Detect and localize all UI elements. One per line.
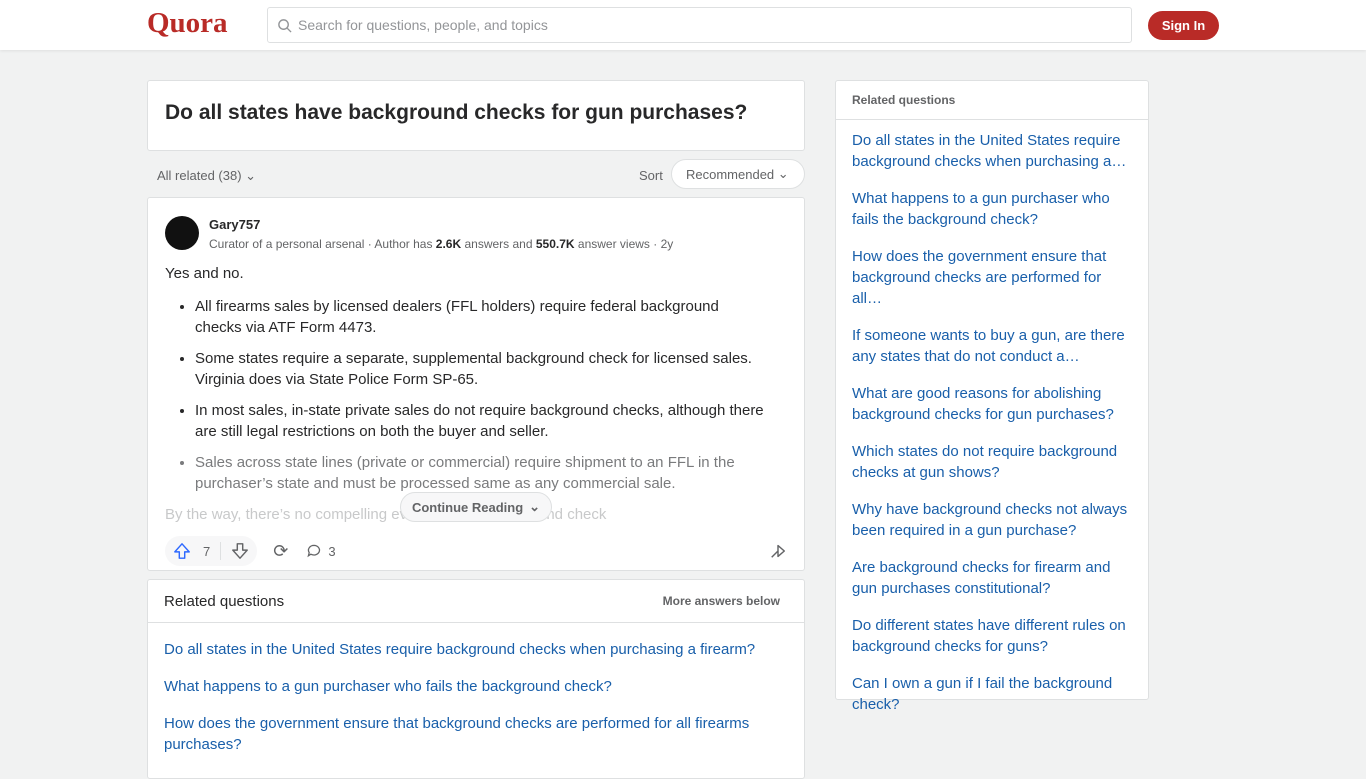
related-question-link[interactable]: What happens to a gun purchaser who fail… [836, 188, 1148, 230]
answer-count: 2.6K [435, 237, 462, 251]
cred-mid: answers and [461, 237, 536, 251]
share-icon[interactable] [769, 542, 787, 560]
related-question-link[interactable]: How does the government ensure that back… [148, 713, 804, 755]
upvote-count: 7 [203, 543, 211, 559]
search-input[interactable]: Search for questions, people, and topics [267, 7, 1132, 43]
search-icon [278, 18, 292, 33]
sort-dropdown[interactable]: Recommended ⌄ [671, 159, 805, 189]
related-question-link[interactable]: What are good reasons for abolishing bac… [836, 383, 1148, 425]
answer-bullet: Some states require a separate, suppleme… [195, 348, 765, 390]
comment-icon [307, 544, 321, 558]
share-reshare-icon[interactable]: ⟳ [273, 541, 288, 562]
all-related-label: All related (38) [157, 168, 242, 183]
related-question-link[interactable]: What happens to a gun purchaser who fail… [148, 676, 804, 697]
chevron-down-icon: ⌄ [245, 168, 257, 183]
all-related-dropdown[interactable]: All related (38) ⌄ [157, 168, 256, 184]
chevron-down-icon: ⌄ [529, 499, 541, 514]
related-question-link[interactable]: Can I own a gun if I fail the background… [836, 673, 1148, 715]
downvote-icon[interactable] [231, 542, 249, 560]
view-count: 550.7K [535, 237, 575, 251]
question-title: Do all states have background checks for… [147, 80, 805, 151]
cred-prefix: Curator of a personal arsenal · Author h… [209, 237, 436, 251]
top-bar: Quora Search for questions, people, and … [0, 0, 1366, 50]
search-placeholder: Search for questions, people, and topics [298, 17, 548, 33]
answer-bullet: In most sales, in-state private sales do… [195, 400, 765, 442]
quora-logo[interactable]: Quora [147, 7, 228, 40]
divider [220, 542, 222, 560]
related-questions-inline: Related questions More answers below Do a… [147, 579, 805, 779]
vote-group: 7 [165, 536, 258, 566]
answer-intro: Yes and no. [165, 265, 244, 282]
related-title: Related questions [852, 93, 956, 107]
answer-actions: 7 ⟳ 3 [165, 536, 336, 566]
upvote-button[interactable]: 7 [173, 542, 210, 560]
answer-body: Yes and no. All firearms sales by licens… [165, 263, 765, 525]
continue-reading-button[interactable]: Continue Reading ⌄ [400, 492, 552, 522]
avatar[interactable] [165, 216, 199, 250]
sign-in-button[interactable]: Sign In [1148, 11, 1219, 40]
answer-bullet: All firearms sales by licensed dealers (… [195, 296, 765, 338]
related-question-link[interactable]: Why have background checks not always be… [836, 499, 1148, 541]
related-question-link[interactable]: Do all states in the United States requi… [148, 639, 804, 660]
related-question-link[interactable]: Which states do not require background c… [836, 441, 1148, 483]
sort-label: Sort [639, 168, 663, 183]
related-question-link[interactable]: Are background checks for firearm and gu… [836, 557, 1148, 599]
author-credential: Curator of a personal arsenal · Author h… [209, 237, 673, 251]
upvote-icon [174, 543, 190, 559]
cred-suffix: answer views · 2y [574, 237, 674, 251]
related-question-link[interactable]: Do different states have different rules… [836, 615, 1148, 657]
related-title: Related questions [164, 592, 285, 610]
related-question-link[interactable]: Do all states in the United States requi… [836, 130, 1148, 172]
author-name[interactable]: Gary757 [209, 217, 260, 232]
answer-card: Gary757 Curator of a personal arsenal · … [147, 197, 805, 571]
more-answers-below: More answers below [662, 594, 780, 608]
comment-count: 3 [328, 543, 336, 559]
continue-label: Continue Reading [411, 499, 524, 515]
sort-value: Recommended [686, 166, 775, 182]
comment-button[interactable]: 3 [306, 543, 336, 559]
related-question-link[interactable]: How does the government ensure that back… [836, 246, 1148, 309]
related-question-link[interactable]: If someone wants to buy a gun, are there… [836, 325, 1148, 367]
chevron-down-icon: ⌄ [777, 166, 789, 181]
answer-bullet: Sales across state lines (private or com… [195, 452, 765, 494]
related-questions-sidebar: Related questions Do all states in the U… [835, 80, 1149, 713]
